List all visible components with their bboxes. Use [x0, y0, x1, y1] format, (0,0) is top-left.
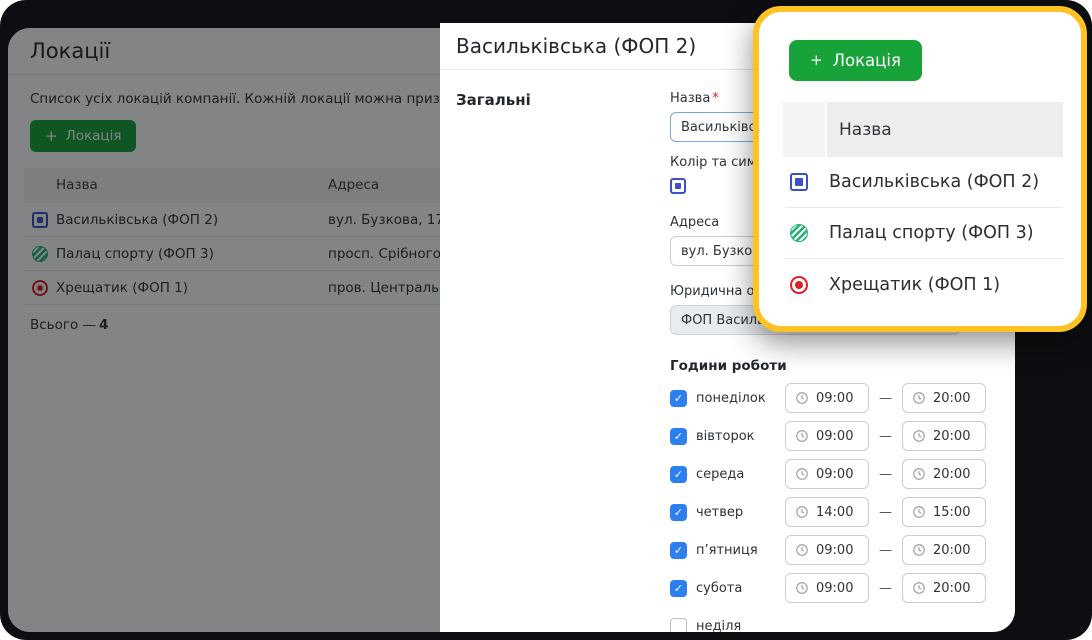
day-label: субота [696, 580, 743, 596]
time-from-input[interactable]: 09:00 [785, 383, 869, 413]
day-label: середа [696, 466, 745, 482]
time-to-value: 15:00 [933, 504, 971, 520]
day-checkbox[interactable]: ✓ [670, 465, 687, 483]
callout-add-location-button[interactable]: + Локація [789, 40, 922, 81]
callout-table-row[interactable]: Хрещатик (ФОП 1) [785, 259, 1063, 310]
day-label: понеділок [696, 390, 766, 406]
time-from-input[interactable]: 09:00 [785, 573, 869, 603]
time-range-separator: — [879, 466, 892, 482]
check-icon: ✓ [673, 429, 684, 443]
symbol-picker[interactable] [670, 178, 686, 198]
clock-icon [796, 544, 808, 556]
working-hours-row: ✓ четвер 14:00 — 15:00 [670, 497, 1000, 527]
callout-table-row[interactable]: Васильківська (ФОП 2) [785, 157, 1063, 208]
time-to-input[interactable]: 20:00 [902, 573, 986, 603]
time-from-input[interactable]: 14:00 [785, 497, 869, 527]
day-label: четвер [696, 504, 744, 520]
time-from-value: 09:00 [816, 542, 854, 558]
clock-icon [796, 506, 808, 518]
time-from-input[interactable]: 09:00 [785, 459, 869, 489]
clock-icon [796, 392, 808, 404]
clock-icon [913, 582, 925, 594]
day-label: неділя [696, 618, 742, 633]
callout-table-row[interactable]: Палац спорту (ФОП 3) [785, 208, 1063, 259]
day-label: вівторок [696, 428, 755, 444]
check-icon: ✓ [673, 391, 684, 405]
time-to-value: 20:00 [933, 580, 971, 596]
callout-locations-table: Назва Васильківська (ФОП 2) Палац спорту… [783, 102, 1063, 310]
time-to-value: 20:00 [933, 466, 971, 482]
callout-location-name: Хрещатик (ФОП 1) [829, 274, 1001, 295]
time-from-value: 09:00 [816, 580, 854, 596]
time-range-separator: — [879, 580, 892, 596]
clock-icon [913, 392, 925, 404]
app-frame: Локації Список усіх локацій компанії. Ко… [0, 0, 1092, 640]
check-icon: ✓ [673, 581, 684, 595]
clock-icon [913, 468, 925, 480]
time-to-value: 20:00 [933, 390, 971, 406]
clock-icon [796, 468, 808, 480]
day-checkbox[interactable]: ✓ [670, 503, 687, 521]
day-checkbox[interactable]: ✓ [670, 579, 687, 597]
clock-icon [913, 506, 925, 518]
clock-icon [796, 430, 808, 442]
day-checkbox[interactable]: ✓ [670, 427, 687, 445]
section-label-general: Загальні [456, 91, 531, 109]
required-asterisk: * [712, 91, 719, 106]
highlight-callout: + Локація Назва Васильківська (ФОП 2) Па… [753, 6, 1087, 332]
working-hours-label: Години роботи [670, 358, 787, 374]
clock-icon [913, 544, 925, 556]
time-range-separator: — [879, 390, 892, 406]
check-icon: ✓ [673, 467, 684, 481]
time-to-input[interactable]: 20:00 [902, 383, 986, 413]
callout-location-name: Васильківська (ФОП 2) [829, 172, 1040, 192]
time-range-separator: — [879, 542, 892, 558]
day-checkbox[interactable]: ✓ [670, 617, 687, 632]
check-icon: ✓ [673, 505, 684, 519]
time-to-value: 20:00 [933, 542, 971, 558]
working-hours-row: ✓ субота 09:00 — 20:00 [670, 573, 1000, 603]
callout-name-column-header: Назва [827, 102, 1063, 157]
time-from-input[interactable]: 09:00 [785, 421, 869, 451]
time-to-input[interactable]: 20:00 [902, 535, 986, 565]
working-hours-row: ✓ п’ятниця 09:00 — 20:00 [670, 535, 1000, 565]
working-hours-row: ✓ середа 09:00 — 20:00 [670, 459, 1000, 489]
time-from-value: 09:00 [816, 390, 854, 406]
time-from-value: 09:00 [816, 428, 854, 444]
time-range-separator: — [879, 504, 892, 520]
working-hours-row: ✓ неділя — [670, 611, 1000, 632]
clock-icon [796, 582, 808, 594]
time-to-input[interactable]: 20:00 [902, 459, 986, 489]
callout-location-name: Палац спорту (ФОП 3) [829, 223, 1034, 243]
working-hours-row: ✓ понеділок 09:00 — 20:00 [670, 383, 1000, 413]
clock-icon [913, 430, 925, 442]
day-checkbox[interactable]: ✓ [670, 389, 687, 407]
day-checkbox[interactable]: ✓ [670, 541, 687, 559]
time-from-value: 14:00 [816, 504, 854, 520]
location-symbol-icon [790, 224, 808, 242]
location-symbol-icon [790, 173, 808, 191]
callout-symbol-column-header [783, 102, 825, 157]
time-range-separator: — [879, 428, 892, 444]
time-from-value: 09:00 [816, 466, 854, 482]
time-from-input[interactable]: 09:00 [785, 535, 869, 565]
time-to-value: 20:00 [933, 428, 971, 444]
day-label: п’ятниця [696, 542, 758, 558]
check-icon: ✓ [673, 543, 684, 557]
location-symbol-icon [790, 275, 808, 294]
plus-icon: + [810, 51, 823, 69]
time-to-input[interactable]: 20:00 [902, 421, 986, 451]
selected-symbol-icon [670, 178, 686, 194]
working-hours-row: ✓ вівторок 09:00 — 20:00 [670, 421, 1000, 451]
time-to-input[interactable]: 15:00 [902, 497, 986, 527]
callout-add-location-label: Локація [832, 51, 901, 70]
callout-table-header: Назва [783, 102, 1063, 157]
